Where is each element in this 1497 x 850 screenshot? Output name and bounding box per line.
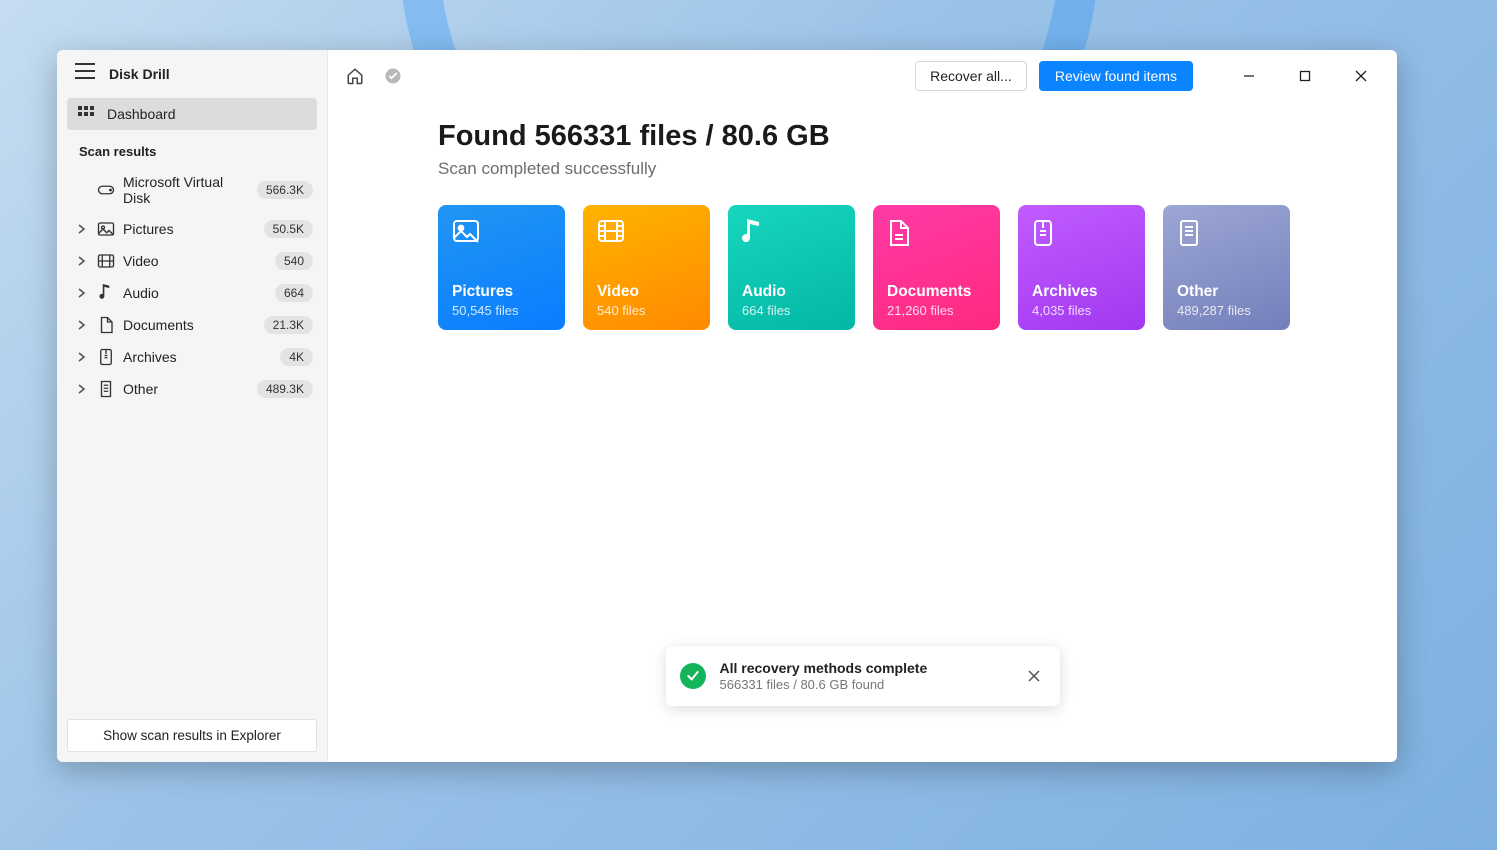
toast-subtitle: 566331 files / 80.6 GB found [720, 677, 1008, 692]
nav-dashboard[interactable]: Dashboard [67, 98, 317, 130]
found-headline: Found 566331 files / 80.6 GB [438, 120, 1397, 153]
card-file-count: 664 files [742, 303, 841, 318]
scan-status: Scan completed successfully [438, 159, 1397, 179]
video-icon [597, 219, 696, 249]
check-icon [680, 663, 706, 689]
image-icon [95, 221, 117, 237]
tree-item-label: Pictures [123, 221, 258, 237]
tree-item-label: Video [123, 253, 269, 269]
window-minimize-icon[interactable] [1227, 61, 1271, 91]
card-documents[interactable]: Documents 21,260 files [873, 205, 1000, 330]
card-file-count: 540 files [597, 303, 696, 318]
nav-dashboard-label: Dashboard [107, 106, 176, 122]
count-badge: 540 [275, 252, 313, 270]
card-title: Video [597, 283, 696, 301]
sidebar: Disk Drill Dashboard Scan results Micros… [57, 50, 328, 762]
tree-item-documents[interactable]: Documents 21.3K [57, 309, 327, 341]
scan-results-label: Scan results [57, 130, 327, 167]
chevron-right-icon [75, 320, 89, 330]
content: Found 566331 files / 80.6 GB Scan comple… [328, 102, 1397, 330]
tree-item-microsoft-virtual-disk[interactable]: Microsoft Virtual Disk 566.3K [57, 167, 327, 213]
window-maximize-icon[interactable] [1283, 61, 1327, 91]
archives-icon [1032, 219, 1131, 249]
count-badge: 4K [280, 348, 313, 366]
count-badge: 50.5K [264, 220, 313, 238]
card-file-count: 4,035 files [1032, 303, 1131, 318]
scan-results-tree: Microsoft Virtual Disk 566.3K Pictures 50.5… [57, 167, 327, 405]
app-title: Disk Drill [109, 66, 170, 82]
card-pictures[interactable]: Pictures 50,545 files [438, 205, 565, 330]
card-video[interactable]: Video 540 files [583, 205, 710, 330]
toolbar: Recover all... Review found items [328, 50, 1397, 102]
toast-close-icon[interactable] [1022, 664, 1046, 688]
film-icon [95, 253, 117, 269]
recover-all-button[interactable]: Recover all... [915, 61, 1027, 91]
show-in-explorer-button[interactable]: Show scan results in Explorer [67, 719, 317, 752]
card-archives[interactable]: Archives 4,035 files [1018, 205, 1145, 330]
tree-item-label: Archives [123, 349, 274, 365]
tree-item-label: Audio [123, 285, 269, 301]
check-badge-icon[interactable] [380, 63, 406, 89]
home-icon[interactable] [342, 63, 368, 89]
card-other[interactable]: Other 489,287 files [1163, 205, 1290, 330]
sidebar-footer: Show scan results in Explorer [57, 709, 327, 762]
completion-toast: All recovery methods complete 566331 fil… [666, 646, 1060, 706]
chevron-right-icon [75, 352, 89, 362]
tree-item-video[interactable]: Video 540 [57, 245, 327, 277]
sidebar-header: Disk Drill [57, 50, 327, 98]
card-title: Audio [742, 283, 841, 301]
count-badge: 664 [275, 284, 313, 302]
tree-item-other[interactable]: Other 489.3K [57, 373, 327, 405]
grid-icon [77, 106, 95, 122]
tree-item-label: Other [123, 381, 251, 397]
chevron-right-icon [75, 384, 89, 394]
tree-item-pictures[interactable]: Pictures 50.5K [57, 213, 327, 245]
count-badge: 489.3K [257, 380, 313, 398]
count-badge: 566.3K [257, 181, 313, 199]
app-window: Disk Drill Dashboard Scan results Micros… [57, 50, 1397, 762]
menu-icon[interactable] [75, 63, 95, 84]
card-title: Archives [1032, 283, 1131, 301]
documents-icon [887, 219, 986, 249]
card-audio[interactable]: Audio 664 files [728, 205, 855, 330]
window-close-icon[interactable] [1339, 61, 1383, 91]
tree-item-archives[interactable]: Archives 4K [57, 341, 327, 373]
disk-icon [95, 183, 117, 197]
card-file-count: 50,545 files [452, 303, 551, 318]
tree-item-audio[interactable]: Audio 664 [57, 277, 327, 309]
card-file-count: 489,287 files [1177, 303, 1276, 318]
card-title: Documents [887, 283, 986, 301]
note-icon [95, 284, 117, 302]
other-icon [1177, 219, 1276, 249]
audio-icon [742, 219, 841, 249]
category-cards: Pictures 50,545 files Video 540 files Audio 6… [438, 205, 1397, 330]
chevron-right-icon [75, 256, 89, 266]
card-file-count: 21,260 files [887, 303, 986, 318]
review-found-items-button[interactable]: Review found items [1039, 61, 1193, 91]
pictures-icon [452, 219, 551, 249]
tree-item-label: Documents [123, 317, 258, 333]
main-area: Recover all... Review found items Found … [328, 50, 1397, 762]
chevron-right-icon [75, 288, 89, 298]
toast-title: All recovery methods complete [720, 660, 1008, 676]
chevron-right-icon [75, 224, 89, 234]
count-badge: 21.3K [264, 316, 313, 334]
page-icon [95, 380, 117, 398]
card-title: Other [1177, 283, 1276, 301]
zip-icon [95, 348, 117, 366]
doc-icon [95, 316, 117, 334]
card-title: Pictures [452, 283, 551, 301]
tree-item-label: Microsoft Virtual Disk [123, 174, 251, 206]
